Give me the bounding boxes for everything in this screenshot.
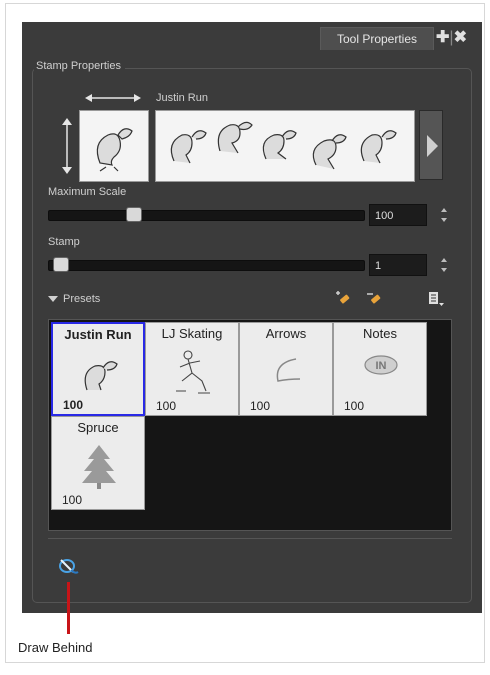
plus-icon[interactable]: ✚ [436,28,449,48]
preset-name: LJ Skating [161,326,223,341]
frame-3-icon [262,130,297,160]
callout-label: Draw Behind [18,640,93,655]
preset-item[interactable]: Justin Run 100 [51,322,145,416]
frame-2-icon [217,121,253,154]
strip-next-button[interactable] [419,110,443,180]
squirrel-icon [96,128,133,172]
new-preset-icon[interactable] [334,291,350,307]
tab-controls: ✚|✖ [436,28,467,48]
arrow-stroke-icon [276,358,301,382]
stamp-preview-thumbnail [79,110,149,182]
rename-preset-icon[interactable] [366,291,382,307]
horizontal-arrow-icon [85,94,141,102]
notes-icon: IN [364,355,398,375]
stamp-slider-track[interactable] [48,260,365,271]
preset-value: 100 [344,399,365,413]
stamp-label: Stamp [48,236,80,248]
preset-name: Spruce [77,420,119,435]
max-scale-slider-knob[interactable] [126,207,142,222]
preset-item[interactable]: Arrows 100 [239,322,333,416]
stamp-frames [170,121,397,170]
stamp-stepper[interactable] [439,254,449,276]
presets-menu-icon[interactable] [428,291,444,307]
close-icon[interactable]: ✖ [454,28,467,48]
svg-text:IN: IN [376,360,387,372]
stamp-input[interactable]: 1 [369,254,427,276]
stamp-frame-strip[interactable] [155,110,415,182]
spruce-tree-icon [82,445,116,489]
preset-value: 100 [250,399,271,413]
preset-name: Arrows [265,326,307,341]
preset-name: Justin Run [64,327,132,342]
presets-header[interactable]: Presets [48,293,100,305]
skater-icon [176,350,210,394]
presets-label: Presets [63,293,101,305]
stamp-slider-knob[interactable] [53,257,69,272]
vertical-arrow-icon [62,118,72,174]
preset-item[interactable]: Notes IN 100 [333,322,427,416]
preset-item[interactable]: Spruce 100 [51,416,145,510]
presets-grid: Justin Run 100 LJ Skating 100 Arrows 100… [48,319,452,531]
max-scale-input[interactable]: 100 [369,204,427,226]
frame-4-icon [312,134,347,170]
stamp-name-label: Justin Run [156,92,208,104]
preset-name: Notes [363,326,397,341]
frame-5-icon [360,130,397,164]
preset-value: 100 [62,493,83,507]
stamp-properties-title: Stamp Properties [34,60,125,72]
divider [48,538,452,539]
preset-item[interactable]: LJ Skating 100 [145,322,239,416]
draw-behind-button[interactable] [57,557,79,577]
preset-value: 100 [63,398,84,412]
frame-1-icon [170,130,207,164]
tab-tool-properties[interactable]: Tool Properties [320,27,434,50]
squirrel-icon [84,361,118,391]
max-scale-stepper[interactable] [439,204,449,226]
max-scale-slider-track[interactable] [48,210,365,221]
callout-line [67,582,70,634]
preset-value: 100 [156,399,177,413]
max-scale-label: Maximum Scale [48,186,127,198]
